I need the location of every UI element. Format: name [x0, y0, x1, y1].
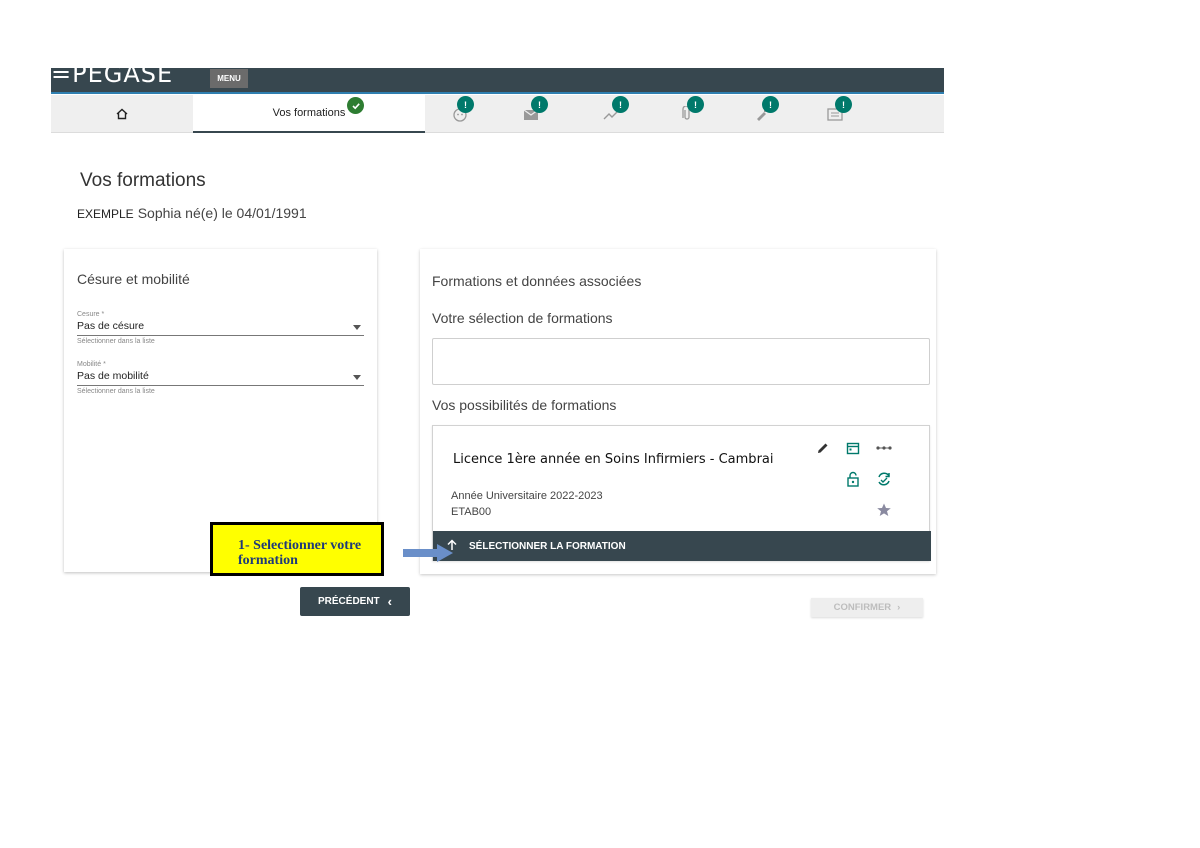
chevron-left-icon: ‹: [387, 594, 393, 609]
annotation-callout: 1- Selectionner votre formation: [210, 522, 384, 576]
card-title: Césure et mobilité: [77, 271, 190, 287]
section-title: Formations et données associées: [432, 273, 642, 289]
possibilities-title: Vos possibilités de formations: [432, 397, 617, 413]
step-profil[interactable]: !: [445, 95, 475, 133]
calendar-icon[interactable]: [844, 439, 862, 457]
mobilite-value: Pas de mobilité: [77, 370, 149, 382]
annotation-arrow-icon: [403, 544, 453, 562]
confirm-label: CONFIRMER: [833, 602, 892, 613]
dropdown-arrow-icon[interactable]: [353, 375, 361, 380]
badge-icon: !: [457, 96, 474, 113]
formation-name: Licence 1ère année en Soins Infirmiers -…: [453, 452, 774, 467]
step-parcours[interactable]: !: [596, 95, 629, 133]
sync-icon[interactable]: [875, 470, 893, 488]
lock-open-icon[interactable]: [844, 470, 862, 488]
page-title: Vos formations: [80, 170, 206, 191]
annotation-line-2: formation: [238, 553, 298, 568]
badge-icon: !: [687, 96, 704, 113]
stepper: Vos formations ! ! ! ! ! !: [51, 95, 944, 133]
cesure-field[interactable]: Cesure * Pas de césure Sélectionner dans…: [77, 311, 364, 345]
field-hint: Sélectionner dans la liste: [77, 388, 155, 395]
mobilite-field[interactable]: Mobilité * Pas de mobilité Sélectionner …: [77, 361, 364, 395]
step-vos-formations[interactable]: Vos formations: [193, 95, 425, 133]
student-details: Sophia né(e) le 04/01/1991: [137, 205, 307, 221]
previous-button[interactable]: PRÉCÉDENT ‹: [300, 587, 410, 616]
student-info: EXEMPLE Sophia né(e) le 04/01/1991: [77, 205, 307, 221]
selection-box: [432, 338, 930, 385]
check-icon: [347, 97, 364, 114]
home-icon: [116, 108, 128, 120]
menu-button[interactable]: MENU: [210, 69, 248, 88]
field-label: Cesure *: [77, 311, 105, 318]
step-pieces[interactable]: !: [672, 95, 704, 133]
step-home[interactable]: [51, 95, 193, 133]
edit-icon[interactable]: [814, 439, 832, 457]
star-icon[interactable]: [875, 501, 893, 519]
select-formation-label: SÉLECTIONNER LA FORMATION: [469, 540, 626, 552]
formation-card: Licence 1ère année en Soins Infirmiers -…: [432, 425, 931, 561]
field-label: Mobilité *: [77, 361, 106, 368]
badge-icon: !: [531, 96, 548, 113]
app-header: =PEGASE MENU: [51, 68, 944, 94]
more-icon[interactable]: [875, 439, 893, 457]
cesure-value: Pas de césure: [77, 320, 145, 332]
step-recap[interactable]: !: [820, 95, 852, 133]
badge-icon: !: [762, 96, 779, 113]
cesure-select[interactable]: Pas de césure: [77, 320, 364, 336]
confirm-button[interactable]: CONFIRMER ›: [811, 598, 923, 617]
pegase-logo[interactable]: =PEGASE: [51, 68, 173, 88]
formation-etab: ETAB00: [451, 506, 492, 518]
formation-year: Année Universitaire 2022-2023: [451, 490, 603, 502]
previous-label: PRÉCÉDENT: [317, 596, 380, 607]
dropdown-arrow-icon[interactable]: [353, 325, 361, 330]
step-paiement[interactable]: !: [747, 95, 779, 133]
chevron-right-icon: ›: [897, 602, 901, 613]
select-formation-button[interactable]: SÉLECTIONNER LA FORMATION: [433, 531, 931, 561]
field-hint: Sélectionner dans la liste: [77, 338, 155, 345]
student-surname: EXEMPLE: [77, 207, 134, 221]
formations-card: Formations et données associées Votre sé…: [420, 249, 936, 574]
step-label: Vos formations: [272, 107, 346, 119]
mobilite-select[interactable]: Pas de mobilité: [77, 370, 364, 386]
selection-title: Votre sélection de formations: [432, 310, 613, 326]
badge-icon: !: [835, 96, 852, 113]
step-contact[interactable]: !: [516, 95, 548, 133]
badge-icon: !: [612, 96, 629, 113]
annotation-line-1: 1- Selectionner votre: [238, 538, 362, 553]
